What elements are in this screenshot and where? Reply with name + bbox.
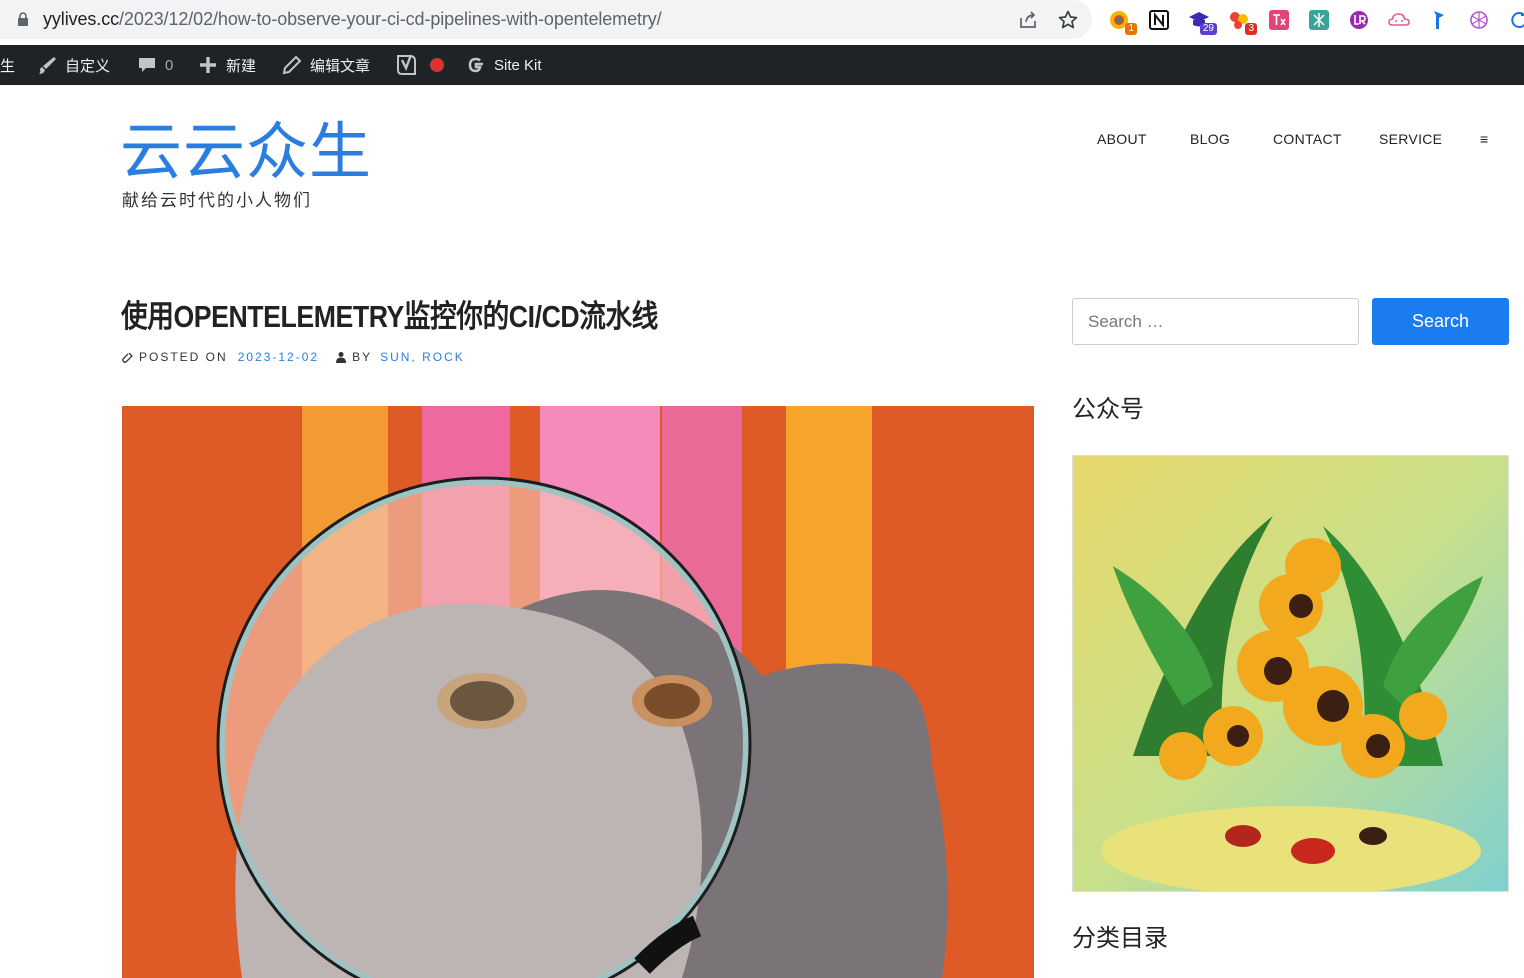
nav-menu-toggle-icon[interactable]: ≡ xyxy=(1480,131,1488,153)
extension-badge: 3 xyxy=(1245,23,1257,35)
paintbrush-icon xyxy=(39,57,56,74)
extension-4[interactable]: 3 xyxy=(1224,5,1257,35)
extension-8[interactable] xyxy=(1384,5,1414,35)
featured-image-cat-magnifier xyxy=(122,406,1034,978)
posted-on-label: POSTED ON xyxy=(139,350,228,364)
admin-site-name[interactable]: 生 xyxy=(0,45,15,85)
admin-comments[interactable]: 0 xyxy=(137,45,173,85)
link-icon xyxy=(122,352,133,363)
comment-bubble-icon xyxy=(139,58,155,72)
search-button[interactable]: Search xyxy=(1372,298,1509,345)
post-date-link[interactable]: 2023-12-02 xyxy=(238,350,319,364)
post-author-link[interactable]: SUN, ROCK xyxy=(380,350,465,364)
extension-9[interactable] xyxy=(1424,5,1454,35)
nav-about[interactable]: ABOUT xyxy=(1097,131,1147,153)
admin-site-kit[interactable]: Site Kit xyxy=(466,45,542,85)
wechat-image-ants xyxy=(1072,455,1509,892)
post-meta: POSTED ON 2023-12-02 BY SUN, ROCK xyxy=(122,349,465,365)
admin-customize[interactable]: 自定义 xyxy=(37,45,110,85)
url-host: yylives.cc xyxy=(43,9,120,29)
extension-2[interactable] xyxy=(1144,5,1174,35)
search-input[interactable] xyxy=(1072,298,1359,345)
extension-badge: 1 xyxy=(1125,23,1137,35)
admin-site-name-label: 生 xyxy=(0,57,16,75)
plus-icon xyxy=(200,57,216,73)
widget-title-categories: 分类目录 xyxy=(1072,924,1168,952)
admin-edit-post-label: 编辑文章 xyxy=(310,57,371,75)
bookmark-flag-icon xyxy=(1434,11,1444,29)
lock-icon xyxy=(18,12,28,26)
address-bar[interactable]: yylives.cc/2023/12/02/how-to-observe-you… xyxy=(0,0,1092,39)
user-icon xyxy=(336,352,347,363)
cloud-icon xyxy=(1388,13,1410,26)
nav-service[interactable]: SERVICE xyxy=(1379,131,1442,153)
lr-icon xyxy=(1350,11,1368,29)
refresh-icon xyxy=(1511,12,1524,29)
extension-11[interactable] xyxy=(1504,5,1524,35)
admin-new[interactable]: 新建 xyxy=(198,45,256,85)
grammar-icon xyxy=(1309,10,1329,30)
admin-new-label: 新建 xyxy=(226,57,257,75)
wechat-image-illustration xyxy=(1073,456,1508,891)
site-title[interactable]: 云云众生 xyxy=(120,116,372,188)
admin-edit-post[interactable]: 编辑文章 xyxy=(282,45,370,85)
nav-contact[interactable]: CONTACT xyxy=(1273,131,1342,153)
openai-icon xyxy=(1470,11,1488,29)
extensions-row: 1 29 3 xyxy=(1104,5,1524,35)
url-path: /2023/12/02/how-to-observe-your-ci-cd-pi… xyxy=(119,9,662,29)
nav-blog[interactable]: BLOG xyxy=(1190,131,1230,153)
admin-site-kit-label: Site Kit xyxy=(494,56,542,74)
extension-1[interactable]: 1 xyxy=(1104,5,1137,35)
site-description: 献给云时代的小人物们 xyxy=(122,191,312,211)
admin-comments-count: 0 xyxy=(165,56,174,74)
seo-status-dot-icon xyxy=(430,58,444,72)
translate-icon xyxy=(1269,10,1289,30)
notion-icon xyxy=(1149,10,1169,30)
google-g-icon xyxy=(468,57,483,73)
post-title: 使用OPENTELEMETRY监控你的CI/CD流水线 xyxy=(121,299,658,334)
browser-toolbar: yylives.cc/2023/12/02/how-to-observe-you… xyxy=(0,0,1524,45)
extension-7[interactable] xyxy=(1344,5,1374,35)
yoast-seo-icon xyxy=(397,54,416,75)
widget-title-wechat: 公众号 xyxy=(1072,395,1144,423)
by-label: BY xyxy=(352,350,373,364)
extension-3[interactable]: 29 xyxy=(1184,5,1217,35)
share-icon[interactable] xyxy=(1017,9,1039,31)
wp-admin-bar: 生 自定义 0 新建 编辑文章 Site Kit xyxy=(0,45,1524,85)
extension-10[interactable] xyxy=(1464,5,1494,35)
extension-6[interactable] xyxy=(1304,5,1334,35)
extension-badge: 29 xyxy=(1199,23,1217,35)
bookmark-star-icon[interactable] xyxy=(1057,9,1079,31)
pencil-icon xyxy=(282,55,302,75)
admin-yoast[interactable] xyxy=(396,45,452,85)
extension-5[interactable] xyxy=(1264,5,1294,35)
featured-image-illustration xyxy=(122,406,1034,978)
url-text[interactable]: yylives.cc/2023/12/02/how-to-observe-you… xyxy=(43,9,662,30)
admin-customize-label: 自定义 xyxy=(65,57,111,75)
